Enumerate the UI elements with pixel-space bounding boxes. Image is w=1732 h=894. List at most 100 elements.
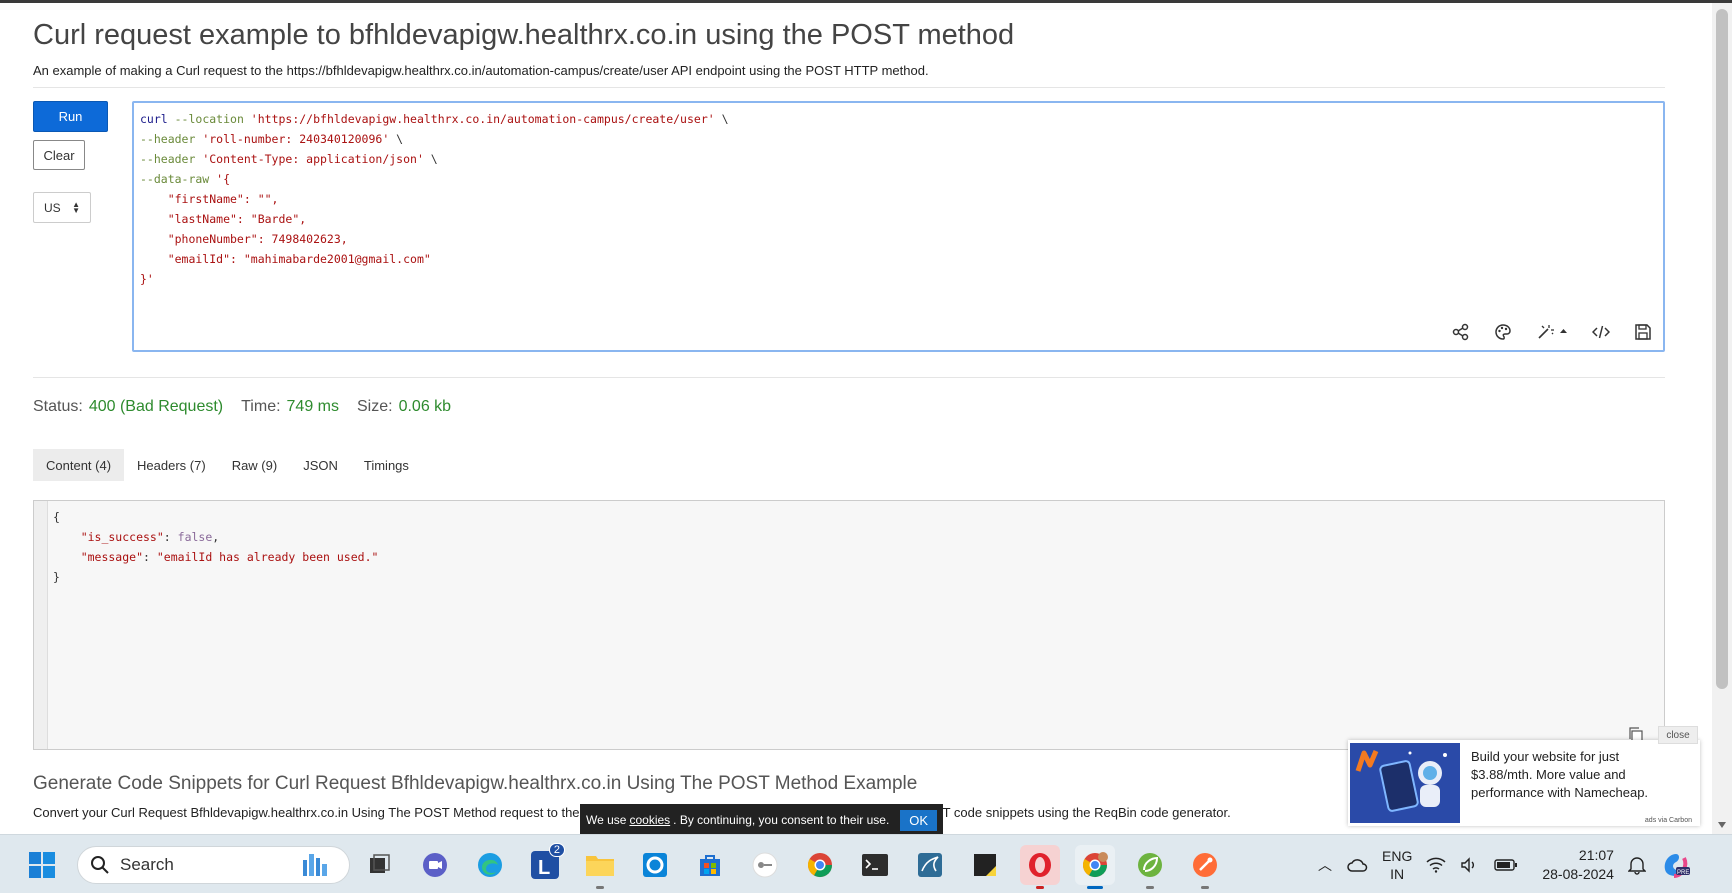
svg-text:PRE: PRE — [1677, 870, 1689, 876]
opera-icon[interactable] — [1020, 845, 1060, 889]
response-status-bar: Status: 400 (Bad Request) Time: 749 ms S… — [33, 398, 463, 416]
code-token: false — [177, 530, 213, 544]
scrollbar-thumb[interactable] — [1716, 9, 1728, 689]
code-token: 'roll-number: 240340120096' — [202, 132, 390, 146]
code-icon[interactable] — [1591, 322, 1611, 342]
bell-icon[interactable] — [1627, 855, 1646, 875]
copilot-icon[interactable]: PRE — [1660, 850, 1690, 880]
response-panel[interactable]: { "is_success": false, "message": "email… — [33, 500, 1665, 750]
code-token: : — [143, 550, 157, 564]
code-token: \ — [423, 152, 438, 166]
code-line: "phoneNumber": 7498402623, — [140, 232, 348, 246]
size-value: 0.06 kb — [398, 398, 452, 415]
code-token: \ — [389, 132, 404, 146]
cortana-icon[interactable] — [635, 845, 675, 885]
response-code[interactable]: { "is_success": false, "message": "email… — [53, 507, 378, 587]
code-token: --data-raw — [140, 172, 217, 186]
taskbar-search[interactable]: Search — [77, 846, 350, 884]
terminal-icon[interactable] — [855, 845, 895, 885]
region-select[interactable]: US ▲ ▼ — [33, 192, 91, 223]
section-paragraph-end: NET code snippets using the ReqBin code … — [924, 805, 1231, 820]
search-icon — [91, 856, 109, 874]
cookie-text-after: . By continuing, you consent to their us… — [673, 813, 890, 827]
tab-json[interactable]: JSON — [290, 449, 351, 481]
cookie-text-before: We use — [586, 813, 627, 827]
tab-headers[interactable]: Headers (7) — [124, 449, 219, 481]
code-line: { — [53, 510, 60, 524]
tab-content[interactable]: Content (4) — [33, 449, 125, 481]
battery-icon[interactable] — [1494, 858, 1518, 872]
request-editor[interactable]: curl --location 'https://bfhldevapigw.he… — [132, 101, 1665, 352]
response-gutter — [34, 501, 48, 749]
l-app-icon[interactable]: L 2 — [525, 843, 565, 885]
code-token: "emailId has already been used." — [156, 550, 379, 564]
clock[interactable]: 21:07 28-08-2024 — [1542, 846, 1614, 884]
region-select-value: US — [44, 200, 61, 215]
running-indicator — [1201, 886, 1209, 889]
run-button[interactable]: Run — [33, 101, 108, 132]
code-line: "firstName": "", — [140, 192, 279, 206]
scroll-down-icon[interactable] — [1718, 822, 1726, 828]
system-tray: ︿ ENG IN 21:07 28-08-2024 PRE — [1310, 835, 1690, 894]
language-indicator[interactable]: ENG IN — [1382, 847, 1412, 883]
language-code: ENG — [1382, 847, 1413, 864]
mysql-workbench-icon[interactable] — [910, 845, 950, 885]
key-app-icon[interactable] — [745, 845, 785, 885]
chrome-icon[interactable] — [800, 845, 840, 885]
divider — [33, 87, 1665, 88]
ad-image[interactable] — [1350, 743, 1460, 823]
code-line: "lastName": "Barde", — [140, 212, 307, 226]
palette-icon[interactable] — [1493, 322, 1513, 342]
ad-box[interactable]: Build your website for just $3.88/mth. M… — [1348, 726, 1700, 826]
file-explorer-icon[interactable] — [580, 845, 620, 889]
code-token: , — [212, 530, 220, 544]
taskbar: Search L 2 ︿ ENG IN 21:07 28-08-2024 PRE — [0, 834, 1732, 893]
windows-start-icon[interactable] — [28, 851, 56, 879]
time-label: Time: — [241, 398, 281, 415]
task-view-icon[interactable] — [360, 845, 400, 885]
ad-close-button[interactable]: close — [1658, 726, 1698, 744]
taskbar-apps: L 2 — [360, 843, 1225, 889]
share-icon[interactable] — [1451, 322, 1471, 342]
tab-timings[interactable]: Timings — [351, 449, 422, 481]
code-token: '{ — [216, 172, 231, 186]
magic-wand-icon[interactable] — [1535, 322, 1569, 342]
clock-date: 28-08-2024 — [1542, 865, 1614, 882]
store-icon[interactable] — [690, 845, 730, 885]
edge-icon[interactable] — [470, 845, 510, 885]
volume-icon[interactable] — [1460, 856, 1480, 873]
spring-tool-icon[interactable] — [1130, 845, 1170, 889]
code-token: 'Content-Type: application/json' — [202, 152, 424, 166]
size-label: Size: — [357, 398, 393, 415]
editor-toolbar — [1451, 322, 1653, 342]
code-token: 'https://bfhldevapigw.healthrx.co.in/aut… — [250, 112, 715, 126]
cookies-link[interactable]: cookies — [629, 813, 670, 827]
response-tabs: Content (4) Headers (7) Raw (9) JSON Tim… — [33, 449, 422, 481]
section-heading: Generate Code Snippets for Curl Request … — [33, 773, 918, 794]
sticky-notes-icon[interactable] — [965, 845, 1005, 885]
divider — [33, 377, 1665, 378]
code-token: \ — [714, 112, 729, 126]
wifi-icon[interactable] — [1426, 857, 1446, 873]
postman-icon[interactable] — [1185, 845, 1225, 889]
search-highlight-icon — [303, 854, 327, 876]
cloud-icon[interactable] — [1346, 856, 1368, 874]
running-indicator — [1087, 886, 1103, 889]
code-line: "emailId": "mahimabarde2001@gmail.com" — [140, 252, 431, 266]
clock-time: 21:07 — [1578, 846, 1614, 863]
ad-text[interactable]: Build your website for just $3.88/mth. M… — [1471, 748, 1681, 802]
request-code[interactable]: curl --location 'https://bfhldevapigw.he… — [140, 109, 729, 289]
running-indicator — [1036, 886, 1044, 889]
cookie-ok-button[interactable]: OK — [900, 809, 938, 831]
tab-raw[interactable]: Raw (9) — [219, 449, 291, 481]
chevron-up-icon[interactable]: ︿ — [1318, 855, 1332, 875]
page-scrollbar[interactable] — [1712, 3, 1732, 834]
code-token: --location — [167, 112, 251, 126]
page-title: Curl request example to bfhldevapigw.hea… — [33, 19, 1015, 51]
meet-icon[interactable] — [415, 845, 455, 885]
code-token: --header — [140, 152, 203, 166]
chrome-profile-icon[interactable] — [1075, 845, 1115, 889]
ad-via[interactable]: ads via Carbon — [1645, 817, 1692, 824]
clear-button[interactable]: Clear — [33, 140, 85, 170]
save-icon[interactable] — [1633, 322, 1653, 342]
